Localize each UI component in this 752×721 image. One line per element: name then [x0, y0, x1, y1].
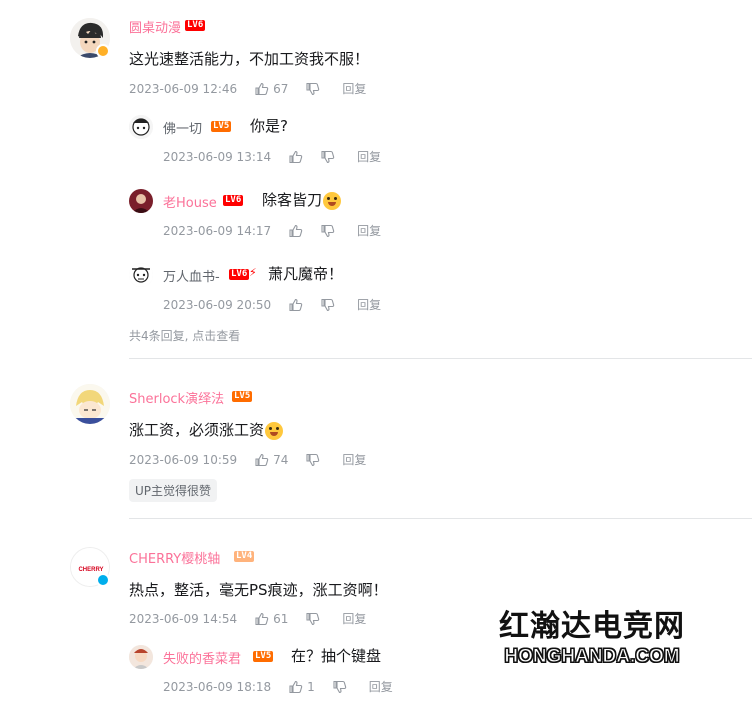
- thumbs-up-icon: [289, 680, 303, 694]
- reply-2-level-badge: LV6: [223, 195, 244, 206]
- reply-button[interactable]: 回复: [342, 610, 366, 627]
- comment-time: 2023-06-09 10:59: [129, 452, 238, 467]
- thumbs-up-icon: [255, 82, 269, 96]
- comment-divider: [129, 358, 752, 359]
- reply-1-meta: 2023-06-09 13:14 回复: [163, 148, 381, 165]
- dislike-button[interactable]: [333, 680, 347, 694]
- like-count: 67: [273, 81, 289, 96]
- reply-2-username[interactable]: 老House: [163, 192, 217, 211]
- thumbs-up-icon: [289, 150, 303, 164]
- thumbs-up-icon: [255, 612, 269, 626]
- watermark-cn: 红瀚达电竞网: [499, 609, 685, 644]
- reply-4-meta: 2023-06-09 18:18 1 回复: [163, 678, 393, 695]
- up-liked-tag: UP主觉得很赞: [129, 479, 218, 502]
- comment-time: 2023-06-09 13:14: [163, 149, 272, 164]
- comment-2-text-content: 涨工资，必须涨工资: [129, 421, 265, 439]
- thumbs-up-icon: [289, 298, 303, 312]
- dislike-button[interactable]: [306, 453, 320, 467]
- avatar-wanren-xueshu[interactable]: [129, 263, 153, 287]
- svg-text:CHERRY: CHERRY: [78, 567, 103, 573]
- reply-2-text: 除客皆刀: [262, 188, 342, 212]
- thumbs-down-icon: [321, 224, 335, 238]
- like-button[interactable]: 74: [255, 453, 288, 467]
- thumbs-down-icon: [306, 612, 320, 626]
- dislike-button[interactable]: [321, 224, 335, 238]
- laugh-cry-emoji-icon: [323, 191, 342, 210]
- avatar-shibai-xiangcaijun[interactable]: [129, 645, 153, 669]
- thumbs-up-icon: [289, 224, 303, 238]
- reply-1-level-badge: LV5: [211, 121, 232, 132]
- reply-3-meta: 2023-06-09 20:50 回复: [163, 296, 381, 313]
- comment-2-level-badge: LV5: [232, 391, 253, 402]
- like-count: 1: [307, 679, 315, 694]
- reply-button[interactable]: 回复: [357, 296, 381, 313]
- reply-4-level-badge: LV5: [253, 651, 274, 662]
- comment-time: 2023-06-09 12:46: [129, 81, 238, 96]
- dislike-button[interactable]: [321, 298, 335, 312]
- site-watermark: 红瀚达电竞网 HONGHANDA.COM: [494, 608, 690, 668]
- avatar-fo-yiqie[interactable]: [129, 115, 153, 139]
- like-button[interactable]: 1: [289, 680, 315, 694]
- comment-divider: [129, 518, 752, 519]
- view-more-replies-link[interactable]: 共4条回复, 点击查看: [129, 327, 240, 344]
- reply-button[interactable]: 回复: [342, 80, 366, 97]
- comment-1-text: 这光速整活能力，不加工资我不服！: [129, 50, 370, 68]
- like-button[interactable]: 61: [255, 612, 288, 626]
- reply-4-text: 在？抽个键盘: [291, 647, 382, 665]
- comment-time: 2023-06-09 14:17: [163, 223, 272, 238]
- reply-3-text: 萧凡魔帝！: [268, 265, 344, 283]
- reply-4-username[interactable]: 失败的香菜君: [163, 648, 241, 667]
- comment-1-level-badge: LV6: [185, 20, 206, 31]
- avatar-lao-house[interactable]: [129, 189, 153, 213]
- thumbs-down-icon: [321, 150, 335, 164]
- comment-1-meta: 2023-06-09 12:46 67 回复: [129, 80, 366, 97]
- comment-1-username[interactable]: 圆桌动漫: [129, 17, 181, 36]
- reply-button[interactable]: 回复: [357, 222, 381, 239]
- dislike-button[interactable]: [306, 82, 320, 96]
- thumbs-down-icon: [333, 680, 347, 694]
- comment-3-meta: 2023-06-09 14:54 61 回复: [129, 610, 366, 627]
- comment-3-text: 热点，整活，毫无PS痕迹，涨工资啊！: [129, 581, 388, 599]
- comment-2-meta: 2023-06-09 10:59 74 回复: [129, 451, 366, 468]
- thumbs-down-icon: [306, 453, 320, 467]
- reply-button[interactable]: 回复: [369, 678, 393, 695]
- comment-time: 2023-06-09 20:50: [163, 297, 272, 312]
- avatar-sherlock[interactable]: [70, 384, 110, 424]
- verified-badge-icon: [96, 573, 110, 587]
- comment-time: 2023-06-09 18:18: [163, 679, 272, 694]
- comment-2-text: 涨工资，必须涨工资: [129, 418, 284, 442]
- like-button[interactable]: [289, 298, 303, 312]
- like-count: 74: [273, 452, 289, 467]
- reply-2-meta: 2023-06-09 14:17 回复: [163, 222, 381, 239]
- thumbs-down-icon: [321, 298, 335, 312]
- reply-3-username[interactable]: 万人血书-: [163, 266, 220, 285]
- thumbs-up-icon: [255, 453, 269, 467]
- reply-button[interactable]: 回复: [357, 148, 381, 165]
- like-button[interactable]: [289, 224, 303, 238]
- reply-1-text: 你是?: [250, 117, 288, 135]
- watermark-en: HONGHANDA.COM: [504, 646, 680, 668]
- lightning-icon: ⚡: [249, 266, 257, 279]
- comment-3-level-badge: LV4: [234, 551, 255, 562]
- comment-time: 2023-06-09 14:54: [129, 611, 238, 626]
- comment-2-username[interactable]: Sherlock演绎法: [129, 388, 224, 407]
- dislike-button[interactable]: [306, 612, 320, 626]
- dislike-button[interactable]: [321, 150, 335, 164]
- thumbs-down-icon: [306, 82, 320, 96]
- shocked-emoji-icon: [265, 421, 284, 440]
- reply-1-username[interactable]: 佛一切: [163, 118, 202, 137]
- reply-button[interactable]: 回复: [342, 451, 366, 468]
- reply-2-text-content: 除客皆刀: [262, 191, 323, 209]
- comment-3-username[interactable]: CHERRY樱桃轴: [129, 548, 220, 567]
- like-button[interactable]: [289, 150, 303, 164]
- like-button[interactable]: 67: [255, 82, 288, 96]
- reply-3-level-badge: LV6: [229, 269, 250, 280]
- like-count: 61: [273, 611, 289, 626]
- vip-badge-icon: [96, 44, 110, 58]
